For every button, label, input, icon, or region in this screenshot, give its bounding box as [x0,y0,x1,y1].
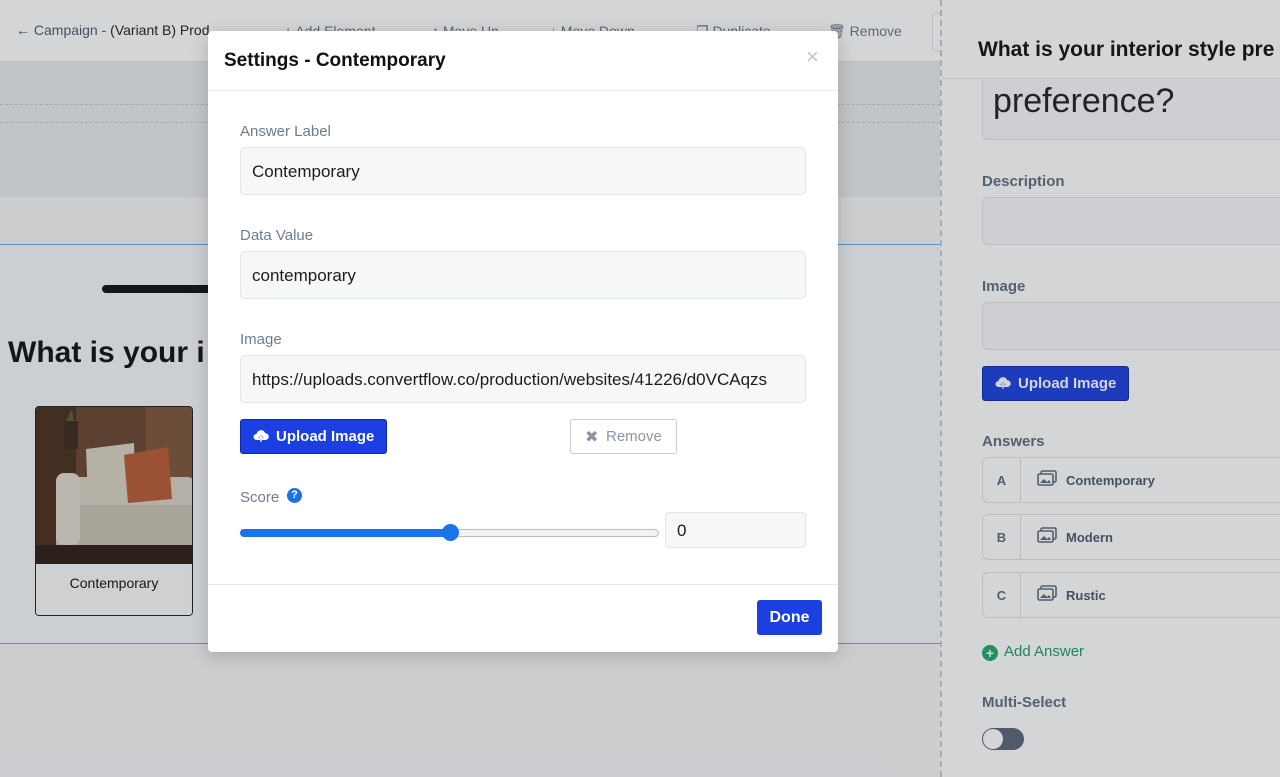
score-input[interactable]: 0 [665,512,806,548]
upload-image-button[interactable]: Upload Image [240,419,387,454]
answer-label-input[interactable]: Contemporary [240,147,806,195]
image-url-input[interactable]: https://uploads.convertflow.co/productio… [240,355,806,403]
data-value-label: Data Value [240,227,314,244]
remove-image-button[interactable]: ✖ Remove [570,419,677,454]
answer-settings-modal: Settings - Contemporary × Answer Label C… [208,31,838,652]
score-label: Score [240,489,280,506]
answer-label-label: Answer Label [240,123,331,140]
score-slider-fill [240,529,450,537]
help-icon[interactable]: ? [287,488,302,503]
done-button[interactable]: Done [757,600,822,635]
modal-footer-divider [208,584,838,585]
upload-image-label: Upload Image [276,428,375,445]
remove-image-label: Remove [606,428,662,445]
close-icon[interactable]: × [806,46,819,68]
x-icon: ✖ [585,429,599,446]
modal-title: Settings - Contemporary [224,50,446,71]
data-value-input[interactable]: contemporary [240,251,806,299]
cloud-upload-icon [253,429,269,447]
score-slider-thumb[interactable] [441,524,459,541]
modal-header: Settings - Contemporary × [208,31,838,91]
image-label: Image [240,331,282,348]
